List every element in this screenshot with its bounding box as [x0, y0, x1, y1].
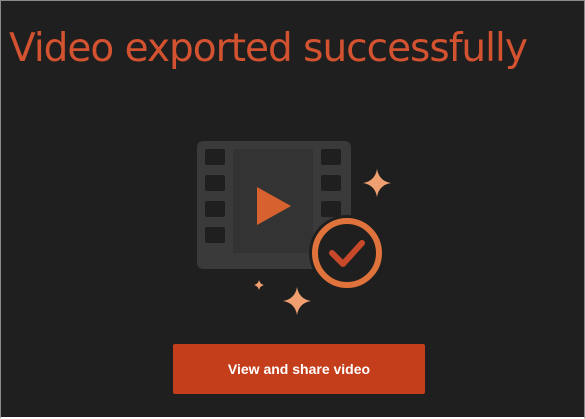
checkmark-badge-icon: [309, 215, 385, 291]
sparkle-icon: [363, 169, 391, 197]
export-success-illustration: [191, 135, 421, 325]
sparkle-icon: [254, 280, 264, 290]
dialog-title: Video exported successfully: [9, 26, 528, 71]
view-and-share-video-button[interactable]: View and share video: [173, 344, 425, 394]
export-success-dialog: Video exported successfully View and sha…: [0, 0, 585, 419]
sparkle-icon: [283, 287, 311, 315]
